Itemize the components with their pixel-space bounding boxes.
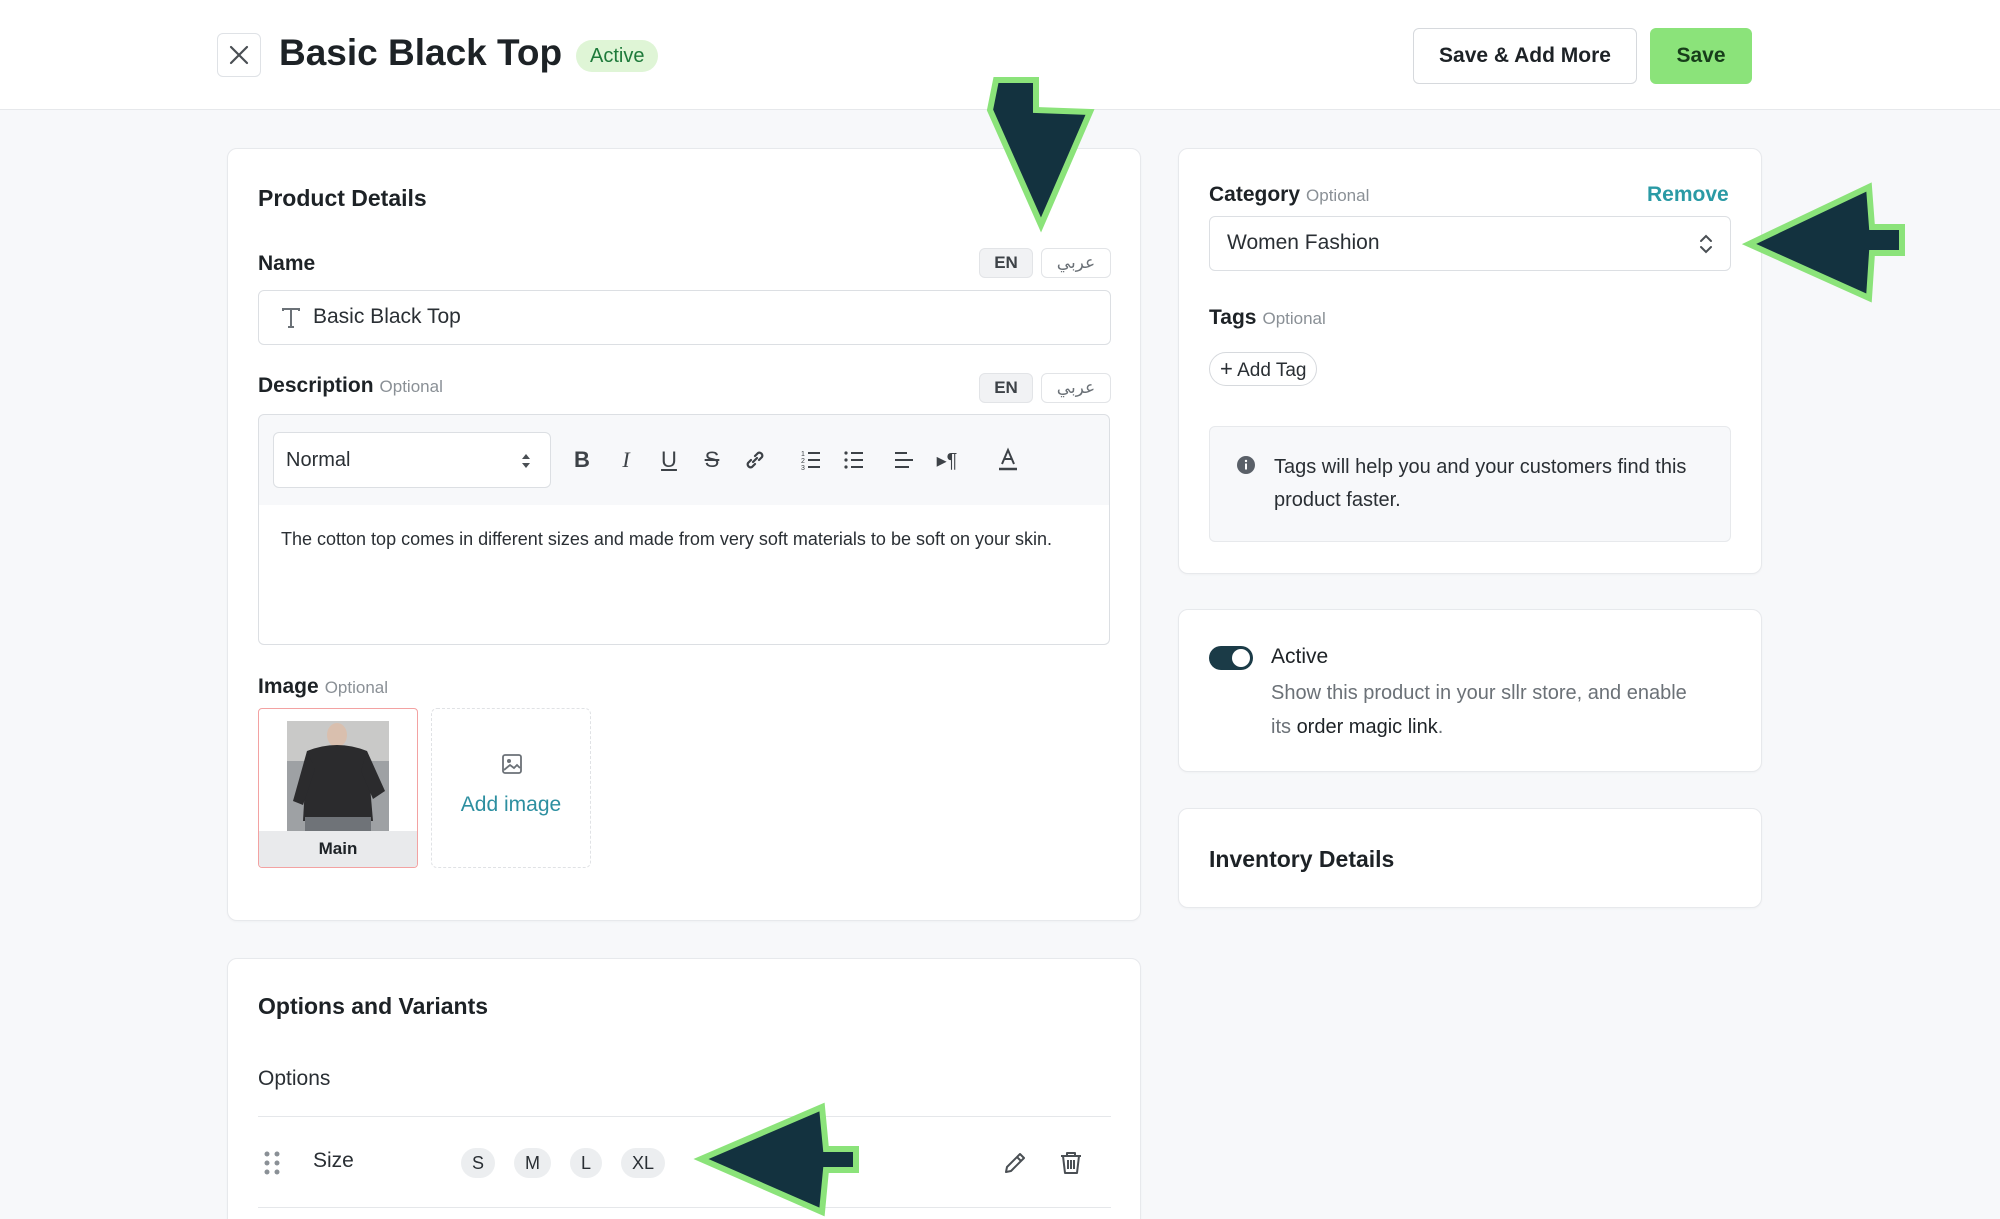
rich-text-toolbar: Normal B I U S 123 ▸¶	[258, 414, 1110, 506]
lang-ar-tab[interactable]: عربي	[1041, 248, 1111, 278]
option-row: Size	[258, 1117, 1111, 1207]
trash-icon[interactable]	[1058, 1150, 1084, 1176]
lang-en-tab[interactable]: EN	[979, 373, 1033, 403]
save-button[interactable]: Save	[1650, 28, 1752, 84]
tags-info-box: Tags will help you and your customers fi…	[1209, 426, 1731, 542]
active-toggle[interactable]	[1209, 646, 1253, 670]
visibility-desc-suffix: .	[1437, 716, 1444, 738]
arrow-down-annotation	[986, 77, 1095, 233]
save-and-add-more-button[interactable]: Save & Add More	[1413, 28, 1637, 84]
svg-text:3: 3	[801, 465, 805, 472]
arrow-left-annotation	[693, 1102, 859, 1217]
drag-handle-icon[interactable]	[264, 1150, 280, 1176]
info-icon	[1237, 456, 1255, 474]
image-label-text: Image	[258, 675, 319, 698]
order-magic-link[interactable]: order magic link	[1297, 716, 1438, 738]
add-image-label: Add image	[460, 793, 562, 816]
tags-label-text: Tags	[1209, 306, 1257, 329]
align-left-icon[interactable]	[889, 445, 919, 475]
remove-category-link[interactable]: Remove	[1647, 183, 1729, 207]
optional-hint: Optional	[379, 377, 443, 396]
visibility-description: Show this product in your sllr store, an…	[1271, 676, 1701, 744]
select-arrows-icon	[522, 454, 530, 468]
optional-hint: Optional	[1262, 309, 1326, 328]
status-badge: Active	[576, 40, 659, 72]
name-input[interactable]: Basic Black Top	[258, 290, 1111, 345]
plus-icon: +	[1220, 356, 1233, 381]
variant-chip: L	[570, 1148, 603, 1178]
link-icon[interactable]	[740, 445, 770, 475]
optional-hint: Optional	[324, 678, 389, 697]
ordered-list-icon[interactable]: 123	[796, 445, 826, 475]
image-icon	[502, 754, 522, 774]
name-label: Name	[258, 252, 316, 275]
product-photo	[287, 721, 389, 833]
options-variants-title: Options and Variants	[258, 993, 489, 1019]
close-icon	[229, 45, 249, 65]
bold-icon[interactable]: B	[567, 445, 597, 475]
add-tag-label: Add Tag	[1237, 360, 1307, 381]
close-button[interactable]	[217, 33, 261, 77]
tags-info-text: Tags will help you and your customers fi…	[1274, 456, 1687, 511]
category-select[interactable]: Women Fashion	[1209, 216, 1731, 271]
main-image-label: Main	[259, 831, 417, 867]
description-label-text: Description	[258, 374, 374, 397]
description-label: Description Optional	[258, 374, 443, 398]
add-tag-button[interactable]: + Add Tag	[1209, 352, 1318, 386]
options-subtitle: Options	[258, 1067, 331, 1090]
lang-ar-tab[interactable]: عربي	[1041, 373, 1111, 403]
tags-label: Tags Optional	[1209, 306, 1326, 330]
variant-chip: M	[514, 1148, 551, 1178]
italic-icon[interactable]: I	[611, 445, 641, 475]
variant-chip: XL	[621, 1148, 666, 1178]
inventory-title: Inventory Details	[1209, 846, 1395, 872]
main-product-image[interactable]: Main	[258, 708, 418, 868]
edit-icon[interactable]	[1002, 1150, 1028, 1176]
category-label: Category Optional	[1209, 183, 1369, 207]
text-icon	[282, 308, 300, 328]
strikethrough-icon[interactable]: S	[697, 445, 727, 475]
page-title: Basic Black Top	[279, 32, 563, 73]
text-direction-icon[interactable]: ▸¶	[932, 445, 962, 475]
divider	[258, 1207, 1111, 1208]
lang-en-tab[interactable]: EN	[979, 248, 1033, 278]
image-label: Image Optional	[258, 675, 388, 699]
svg-text:1: 1	[801, 451, 805, 458]
text-format-value: Normal	[286, 449, 351, 471]
variant-chip: S	[461, 1148, 496, 1178]
bullet-list-icon[interactable]	[839, 445, 869, 475]
product-details-title: Product Details	[258, 185, 427, 211]
optional-hint: Optional	[1306, 186, 1370, 205]
svg-text:2: 2	[801, 458, 805, 465]
text-format-select[interactable]: Normal	[273, 432, 551, 488]
toggle-knob	[1232, 649, 1250, 667]
name-input-value: Basic Black Top	[313, 305, 461, 328]
active-label: Active	[1271, 645, 1329, 668]
category-value: Women Fashion	[1227, 231, 1380, 254]
underline-icon[interactable]: U	[654, 445, 684, 475]
option-name: Size	[313, 1149, 354, 1172]
description-text: The cotton top comes in different sizes …	[281, 529, 1053, 549]
add-image-button[interactable]: Add image	[431, 708, 591, 868]
chevron-updown-icon	[1700, 234, 1712, 254]
text-color-icon[interactable]	[993, 445, 1023, 475]
description-editor[interactable]: The cotton top comes in different sizes …	[258, 505, 1110, 645]
arrow-left-annotation	[1741, 182, 1905, 303]
category-label-text: Category	[1209, 183, 1301, 206]
